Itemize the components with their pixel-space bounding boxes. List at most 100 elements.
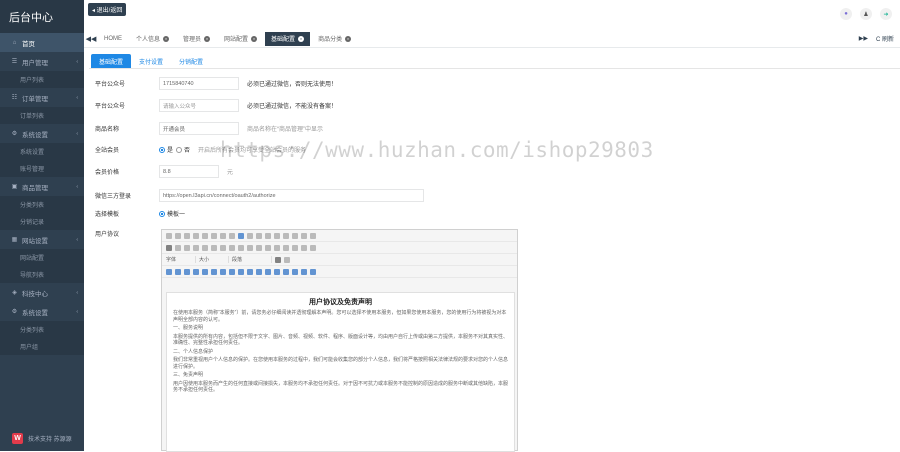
template-icon[interactable] [274, 268, 280, 275]
vip-price-input[interactable]: 8.8 [159, 165, 219, 178]
close-tab-icon[interactable]: × [204, 35, 211, 42]
radio-yes[interactable] [159, 146, 165, 153]
page-tab-5[interactable]: 商品分类 × [312, 32, 357, 46]
special-char-icon[interactable] [283, 232, 289, 239]
align-center-icon[interactable] [175, 268, 181, 275]
sidebar-subitem[interactable]: 分类列表 [0, 196, 84, 213]
product-name-input[interactable]: 开通会员 [159, 122, 239, 135]
sidebar-subitem[interactable]: 用户列表 [0, 71, 84, 88]
paste-word-icon[interactable] [211, 232, 217, 239]
app-secret-input[interactable]: 请输入公众号 [159, 99, 239, 112]
strike-icon[interactable] [193, 244, 199, 251]
settings-tab-0[interactable]: 基础配置 [91, 54, 132, 68]
sidebar-item-7[interactable]: ⚙ 系统设置 ‹ [0, 302, 84, 321]
align-justify-icon[interactable] [193, 268, 199, 275]
sidebar-item-4[interactable]: ▣ 商品管理 ‹ [0, 177, 84, 196]
bg-color-icon[interactable] [284, 256, 290, 263]
table-insert-icon[interactable] [202, 268, 208, 275]
app-id-input[interactable]: 1715840740 [159, 77, 239, 90]
flash-icon[interactable] [247, 232, 253, 239]
delete-table-icon[interactable] [265, 268, 271, 275]
help-icon[interactable] [310, 268, 316, 275]
split-cells-icon[interactable] [238, 268, 244, 275]
image-icon[interactable] [238, 232, 244, 239]
bold-icon[interactable] [166, 244, 172, 251]
redo-icon[interactable] [229, 232, 235, 239]
page-tab-4[interactable]: 基础配置 × [265, 31, 311, 46]
source-icon[interactable] [166, 232, 172, 239]
unlink-icon[interactable] [301, 244, 307, 251]
font-size-select[interactable]: 大小 [199, 256, 229, 263]
close-tab-icon[interactable]: × [345, 35, 352, 42]
ordered-list-icon[interactable] [238, 244, 244, 251]
sidebar-subitem[interactable]: 账号管理 [0, 160, 84, 177]
row-insert-icon[interactable] [211, 268, 217, 275]
smiley-icon[interactable] [274, 232, 280, 239]
superscript-icon[interactable] [211, 244, 217, 251]
hr-icon[interactable] [265, 232, 271, 239]
align-left-icon[interactable] [166, 268, 172, 275]
page-tab-2[interactable]: 管理员 × [177, 32, 216, 46]
page-tab-3[interactable]: 网站配置 × [218, 32, 263, 46]
palette-icon[interactable]: ● [840, 8, 852, 20]
settings-tab-2[interactable]: 分销配置 [171, 54, 211, 68]
sidebar-item-5[interactable]: ▦ 网站设置 ‹ [0, 230, 84, 249]
check-icon[interactable] [220, 244, 226, 251]
rich-text-editor[interactable]: 字体 大小 段落 用户协议及免责声明 在使用本服务（简称“本服务”）前，请您务必… [161, 229, 518, 452]
div-icon[interactable] [283, 244, 289, 251]
delete-row-icon[interactable] [247, 268, 253, 275]
sidebar-item-6[interactable]: ◈ 科技中心 ‹ [0, 283, 84, 302]
sidebar-subitem[interactable]: 订单列表 [0, 107, 84, 124]
radio-template-1[interactable] [159, 210, 165, 217]
page-tab-0[interactable]: HOME [98, 32, 128, 46]
sidebar-item-3[interactable]: ⚙ 系统设置 ‹ [0, 124, 84, 143]
back-button[interactable]: ◂ 退出/返回 [88, 3, 127, 16]
sidebar-subitem[interactable]: 分销记录 [0, 213, 84, 230]
cut-icon[interactable] [175, 232, 181, 239]
outdent-icon[interactable] [256, 244, 262, 251]
indent-icon[interactable] [265, 244, 271, 251]
sidebar-subitem[interactable]: 系统设置 [0, 143, 84, 160]
copy-icon[interactable] [184, 232, 190, 239]
sidebar-item-2[interactable]: ☷ 订单管理 ‹ [0, 88, 84, 107]
anchor-icon[interactable] [310, 244, 316, 251]
profile-icon[interactable]: ♟ [860, 8, 872, 20]
paste-text-icon[interactable] [202, 232, 208, 239]
underline-icon[interactable] [184, 244, 190, 251]
sidebar-item-0[interactable]: ⌂ 首页 [0, 33, 84, 52]
undo-icon[interactable] [220, 232, 226, 239]
oauth-url-input[interactable]: https://open.l3api.cn/connect/oauth2/aut… [159, 189, 424, 202]
clear-format-icon[interactable] [229, 244, 235, 251]
sidebar-item-1[interactable]: ☰ 用户管理 ‹ [0, 52, 84, 71]
close-tab-icon[interactable]: × [298, 35, 305, 42]
refresh-button[interactable]: C 刷新 [876, 34, 894, 43]
merge-cells-icon[interactable] [229, 268, 235, 275]
link-icon[interactable] [292, 244, 298, 251]
sidebar-subitem[interactable]: 导航列表 [0, 266, 84, 283]
paste-icon[interactable] [193, 232, 199, 239]
sidebar-subitem[interactable]: 网站配置 [0, 249, 84, 266]
delete-col-icon[interactable] [256, 268, 262, 275]
col-insert-icon[interactable] [220, 268, 226, 275]
sidebar-subitem[interactable]: 用户组 [0, 338, 84, 355]
tabs-scroll-left-icon[interactable]: ◀◀ [84, 35, 98, 43]
editor-document[interactable]: 用户协议及免责声明 在使用本服务（简称“本服务”）前，请您务必仔细阅读并透彻理解… [166, 292, 515, 452]
logout-icon[interactable]: ➜ [880, 8, 892, 20]
font-family-select[interactable]: 字体 [166, 256, 196, 263]
tabs-scroll-right-icon[interactable]: ▶▶ [859, 35, 868, 42]
fullscreen-icon[interactable] [301, 268, 307, 275]
page-tab-1[interactable]: 个人信息 × [130, 32, 175, 46]
paragraph-select[interactable]: 段落 [232, 256, 272, 263]
subscript-icon[interactable] [202, 244, 208, 251]
print-icon[interactable] [292, 268, 298, 275]
pagebreak-icon[interactable] [292, 232, 298, 239]
italic-icon[interactable] [175, 244, 181, 251]
maximize-icon[interactable] [301, 232, 307, 239]
close-tab-icon[interactable]: × [251, 35, 258, 42]
text-color-icon[interactable] [275, 256, 281, 263]
radio-no[interactable] [176, 146, 183, 153]
settings-tab-1[interactable]: 支付设置 [131, 54, 171, 68]
align-right-icon[interactable] [184, 268, 190, 275]
table-icon[interactable] [256, 232, 262, 239]
close-tab-icon[interactable]: × [163, 35, 170, 42]
